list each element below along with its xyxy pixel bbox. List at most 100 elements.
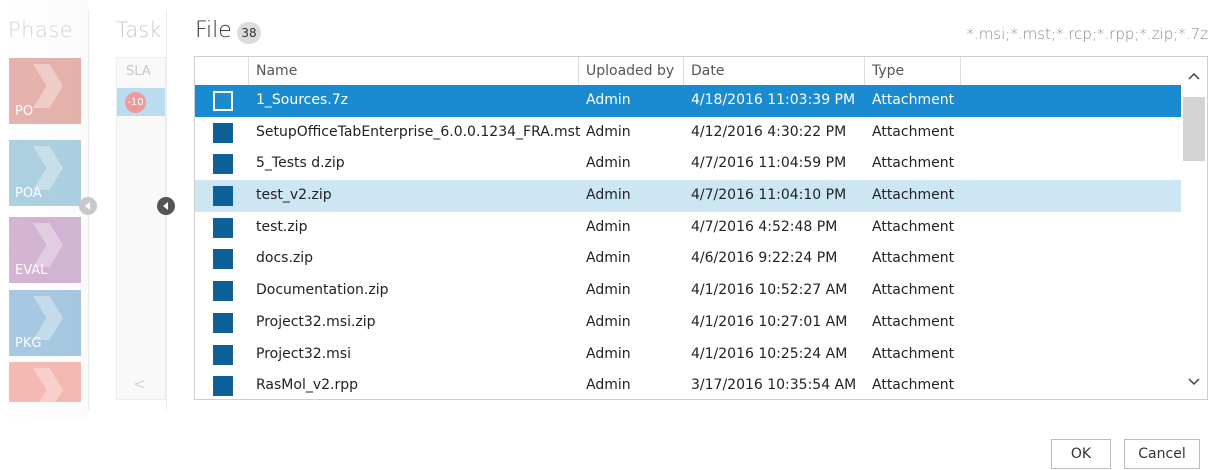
- type-cell: Attachment: [872, 313, 955, 330]
- table-row[interactable]: Documentation.zip Admin 4/1/2016 10:52:27 …: [195, 275, 1181, 307]
- date-cell: 4/7/2016 4:52:48 PM: [691, 218, 838, 235]
- table-header: Name Uploaded by Date Type: [195, 57, 1181, 85]
- file-icon[interactable]: [213, 312, 233, 333]
- sla-row[interactable]: -10: [117, 88, 165, 116]
- type-cell: Attachment: [872, 155, 955, 172]
- date-cell: 4/7/2016 11:04:59 PM: [691, 155, 847, 172]
- phase-title: Phase: [8, 18, 74, 42]
- file-name-cell: 1_Sources.7z: [256, 92, 348, 108]
- date-cell: 4/18/2016 11:03:39 PM: [691, 92, 856, 108]
- date-cell: 4/1/2016 10:25:24 AM: [691, 345, 848, 362]
- type-cell: Attachment: [872, 377, 955, 394]
- chevron-right-icon: [33, 368, 63, 412]
- uploaded-by-cell: Admin: [586, 187, 631, 204]
- type-cell: Attachment: [872, 282, 955, 299]
- file-name-cell: Project32.msi.zip: [256, 313, 376, 330]
- collapse-phase-icon[interactable]: [79, 197, 97, 215]
- phase-column: Phase PO POA EVAL PKG: [0, 0, 88, 420]
- date-cell: 4/1/2016 10:27:01 AM: [691, 313, 848, 330]
- uploaded-by-cell: Admin: [586, 218, 631, 235]
- file-icon[interactable]: [213, 217, 233, 238]
- uploaded-by-cell: Admin: [586, 123, 631, 140]
- phase-tile-label: POA: [15, 186, 42, 201]
- date-cell: 4/12/2016 4:30:22 PM: [691, 123, 847, 140]
- phase-tile[interactable]: PO: [9, 58, 81, 124]
- file-name-cell: Project32.msi: [256, 345, 351, 362]
- column-header-select[interactable]: [195, 57, 249, 85]
- table-row[interactable]: Project32.msi Admin 4/1/2016 10:25:24 AM At…: [195, 339, 1181, 371]
- type-cell: Attachment: [872, 345, 955, 362]
- chevron-down-icon[interactable]: [1186, 373, 1202, 389]
- table-row[interactable]: 1_Sources.7z Admin 4/18/2016 11:03:39 PM At…: [195, 85, 1181, 117]
- cancel-button[interactable]: Cancel: [1124, 439, 1200, 469]
- ok-button[interactable]: OK: [1051, 439, 1111, 469]
- column-header-name[interactable]: Name: [249, 57, 579, 85]
- phase-tile[interactable]: [9, 362, 81, 412]
- date-cell: 4/1/2016 10:52:27 AM: [691, 282, 848, 299]
- table-row[interactable]: SetupOfficeTabEnterprise_6.0.0.1234_FRA.…: [195, 117, 1181, 149]
- column-header-date[interactable]: Date: [684, 57, 865, 85]
- scroll-left-icon[interactable]: <: [133, 375, 146, 393]
- file-name-cell: Documentation.zip: [256, 282, 389, 299]
- phase-tile[interactable]: PKG: [9, 290, 81, 356]
- phase-tile-label: PO: [15, 104, 34, 119]
- table-row[interactable]: Project32.msi.zip Admin 4/1/2016 10:27:01 …: [195, 307, 1181, 339]
- file-name-cell: test_v2.zip: [256, 187, 332, 204]
- file-icon[interactable]: [213, 281, 233, 302]
- chevron-right-icon: [33, 223, 63, 267]
- file-icon[interactable]: [213, 154, 233, 175]
- phase-tile-label: EVAL: [15, 263, 48, 278]
- file-name-cell: docs.zip: [256, 250, 314, 267]
- file-name-cell: RasMol_v2.rpp: [256, 377, 358, 394]
- collapse-task-icon[interactable]: [157, 197, 175, 215]
- date-cell: 4/6/2016 9:22:24 PM: [691, 250, 838, 267]
- chevron-right-icon: [33, 296, 63, 340]
- column-header-uploaded-by[interactable]: Uploaded by: [579, 57, 684, 85]
- phase-tile[interactable]: EVAL: [9, 217, 81, 283]
- task-title: Task: [116, 18, 162, 42]
- uploaded-by-cell: Admin: [586, 313, 631, 330]
- file-type-filter: *.msi;*.mst;*.rcp;*.rpp;*.zip;*.7z: [966, 25, 1208, 43]
- date-cell: 3/17/2016 10:35:54 AM: [691, 377, 857, 394]
- table-row[interactable]: test.zip Admin 4/7/2016 4:52:48 PM Attachme…: [195, 212, 1181, 244]
- file-name-cell: 5_Tests d.zip: [256, 155, 345, 172]
- file-name-cell: SetupOfficeTabEnterprise_6.0.0.1234_FRA.…: [256, 123, 581, 140]
- uploaded-by-cell: Admin: [586, 377, 631, 394]
- file-icon[interactable]: [213, 376, 233, 397]
- sla-label: SLA: [126, 64, 151, 79]
- uploaded-by-cell: Admin: [586, 282, 631, 299]
- table-body: 1_Sources.7z Admin 4/18/2016 11:03:39 PM At…: [195, 85, 1181, 399]
- uploaded-by-cell: Admin: [586, 92, 631, 108]
- table-row[interactable]: 5_Tests d.zip Admin 4/7/2016 11:04:59 PM At…: [195, 148, 1181, 180]
- file-icon[interactable]: [213, 249, 233, 270]
- file-count-badge: 38: [237, 22, 261, 44]
- table-row[interactable]: docs.zip Admin 4/6/2016 9:22:24 PM Attachme…: [195, 243, 1181, 275]
- phase-tile[interactable]: POA: [9, 140, 81, 206]
- file-name-cell: test.zip: [256, 218, 308, 235]
- file-icon[interactable]: [213, 186, 233, 207]
- file-icon[interactable]: [213, 122, 233, 143]
- chevron-right-icon: [33, 64, 63, 108]
- phase-tile-label: PKG: [15, 336, 42, 351]
- uploaded-by-cell: Admin: [586, 345, 631, 362]
- file-table: Name Uploaded by Date Type 1_Sources.7z A…: [194, 56, 1208, 400]
- vertical-scrollbar[interactable]: [1181, 57, 1207, 399]
- table-row[interactable]: RasMol_v2.rpp Admin 3/17/2016 10:35:54 AM A…: [195, 370, 1181, 399]
- sla-badge: -10: [125, 92, 146, 113]
- table-row[interactable]: test_v2.zip Admin 4/7/2016 11:04:10 PM Atta…: [195, 180, 1181, 212]
- scrollbar-thumb[interactable]: [1183, 97, 1205, 161]
- file-icon[interactable]: [213, 344, 233, 365]
- task-panel: SLA -10 <: [116, 57, 166, 400]
- file-icon[interactable]: [213, 91, 233, 111]
- column-header-type[interactable]: Type: [865, 57, 961, 85]
- type-cell: Attachment: [872, 92, 955, 108]
- type-cell: Attachment: [872, 250, 955, 267]
- chevron-up-icon[interactable]: [1186, 69, 1202, 85]
- type-cell: Attachment: [872, 218, 955, 235]
- chevron-right-icon: [33, 146, 63, 190]
- date-cell: 4/7/2016 11:04:10 PM: [691, 187, 847, 204]
- type-cell: Attachment: [872, 187, 955, 204]
- type-cell: Attachment: [872, 123, 955, 140]
- uploaded-by-cell: Admin: [586, 155, 631, 172]
- uploaded-by-cell: Admin: [586, 250, 631, 267]
